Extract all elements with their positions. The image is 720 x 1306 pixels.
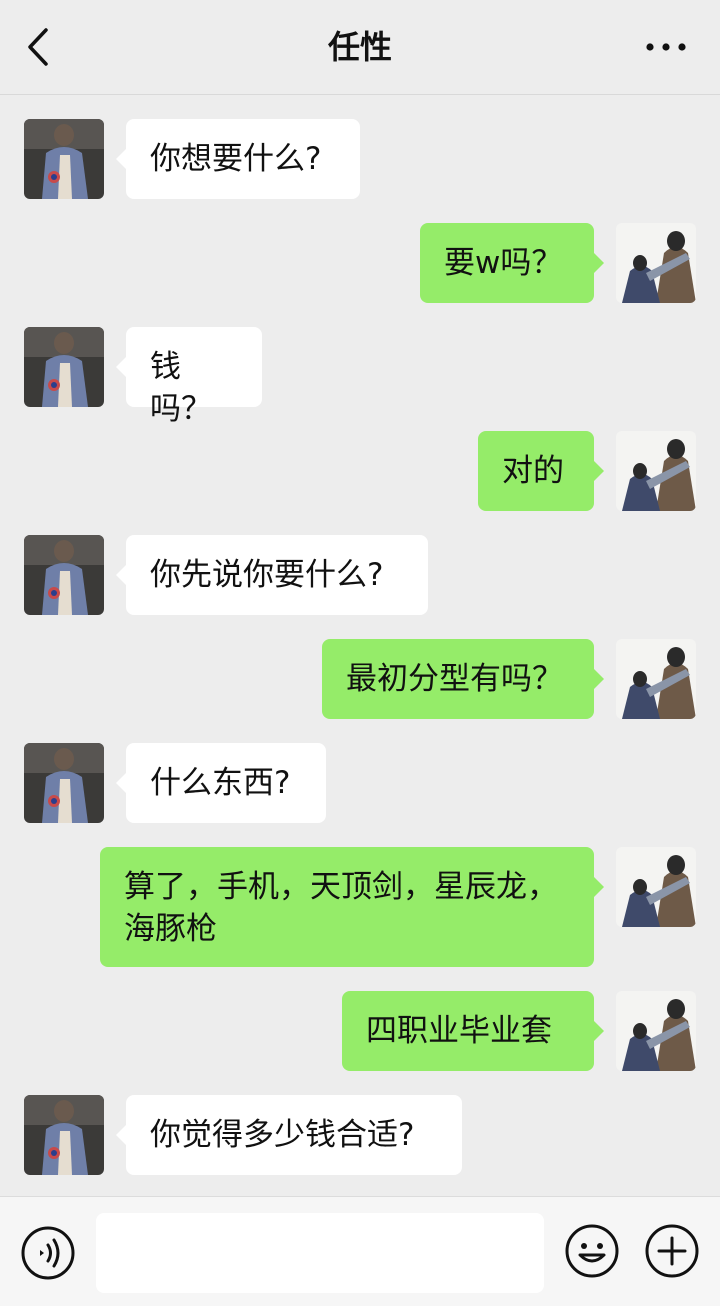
message-bubble[interactable]: 对的 (478, 431, 604, 511)
more-dots-icon (646, 43, 686, 51)
contact-avatar[interactable] (24, 1095, 104, 1175)
contact-avatar[interactable] (24, 119, 104, 199)
message-text: 你先说你要什么? (150, 557, 384, 593)
message-list[interactable]: 你想要什么? 要w吗？ 钱吗？ 对的 你先说你要什么? 最初分型有吗？ 什么东西… (0, 95, 720, 1195)
voice-button[interactable] (20, 1225, 76, 1281)
message-text: 要w吗？ (444, 245, 563, 281)
input-bar (0, 1196, 720, 1306)
message-text: 什么东西? (150, 765, 291, 801)
chat-header: 任性 (0, 0, 720, 95)
my-avatar[interactable] (616, 847, 696, 927)
message-bubble[interactable]: 什么东西? (116, 743, 326, 823)
contact-avatar[interactable] (24, 743, 104, 823)
plus-icon (645, 1224, 699, 1278)
message-input[interactable] (96, 1213, 544, 1293)
emoji-button[interactable] (564, 1223, 620, 1279)
message-text: 算了，手机，天顶剑，星辰龙， 海豚枪 (124, 869, 558, 947)
contact-avatar[interactable] (24, 535, 104, 615)
chat-screen: 任性 你想要什么? 要w吗？ 钱吗？ 对的 你先说你要什么? 最初分型有吗？ 什… (0, 0, 720, 1306)
message-bubble[interactable]: 最初分型有吗？ (322, 639, 604, 719)
message-text: 钱吗？ (150, 349, 212, 427)
emoji-icon (565, 1224, 619, 1278)
my-avatar[interactable] (616, 431, 696, 511)
my-avatar[interactable] (616, 639, 696, 719)
plus-button[interactable] (644, 1223, 700, 1279)
message-text: 四职业毕业套 (366, 1013, 552, 1049)
voice-icon (21, 1226, 75, 1280)
message-text: 最初分型有吗？ (346, 661, 563, 697)
message-text: 对的 (502, 453, 564, 489)
message-text: 你想要什么? (150, 141, 322, 177)
message-bubble[interactable]: 要w吗？ (420, 223, 604, 303)
message-bubble[interactable]: 钱吗？ (116, 327, 262, 427)
my-avatar[interactable] (616, 223, 696, 303)
message-bubble[interactable]: 你先说你要什么? (116, 535, 428, 615)
contact-avatar[interactable] (24, 327, 104, 407)
message-text: 你觉得多少钱合适? (150, 1117, 415, 1153)
message-bubble[interactable]: 你觉得多少钱合适? (116, 1095, 462, 1175)
message-bubble[interactable]: 四职业毕业套 (342, 991, 604, 1071)
chat-title: 任性 (327, 28, 392, 66)
more-button[interactable] (642, 30, 690, 64)
message-bubble[interactable]: 算了，手机，天顶剑，星辰龙， 海豚枪 (100, 847, 604, 967)
message-bubble[interactable]: 你想要什么? (116, 119, 360, 199)
my-avatar[interactable] (616, 991, 696, 1071)
